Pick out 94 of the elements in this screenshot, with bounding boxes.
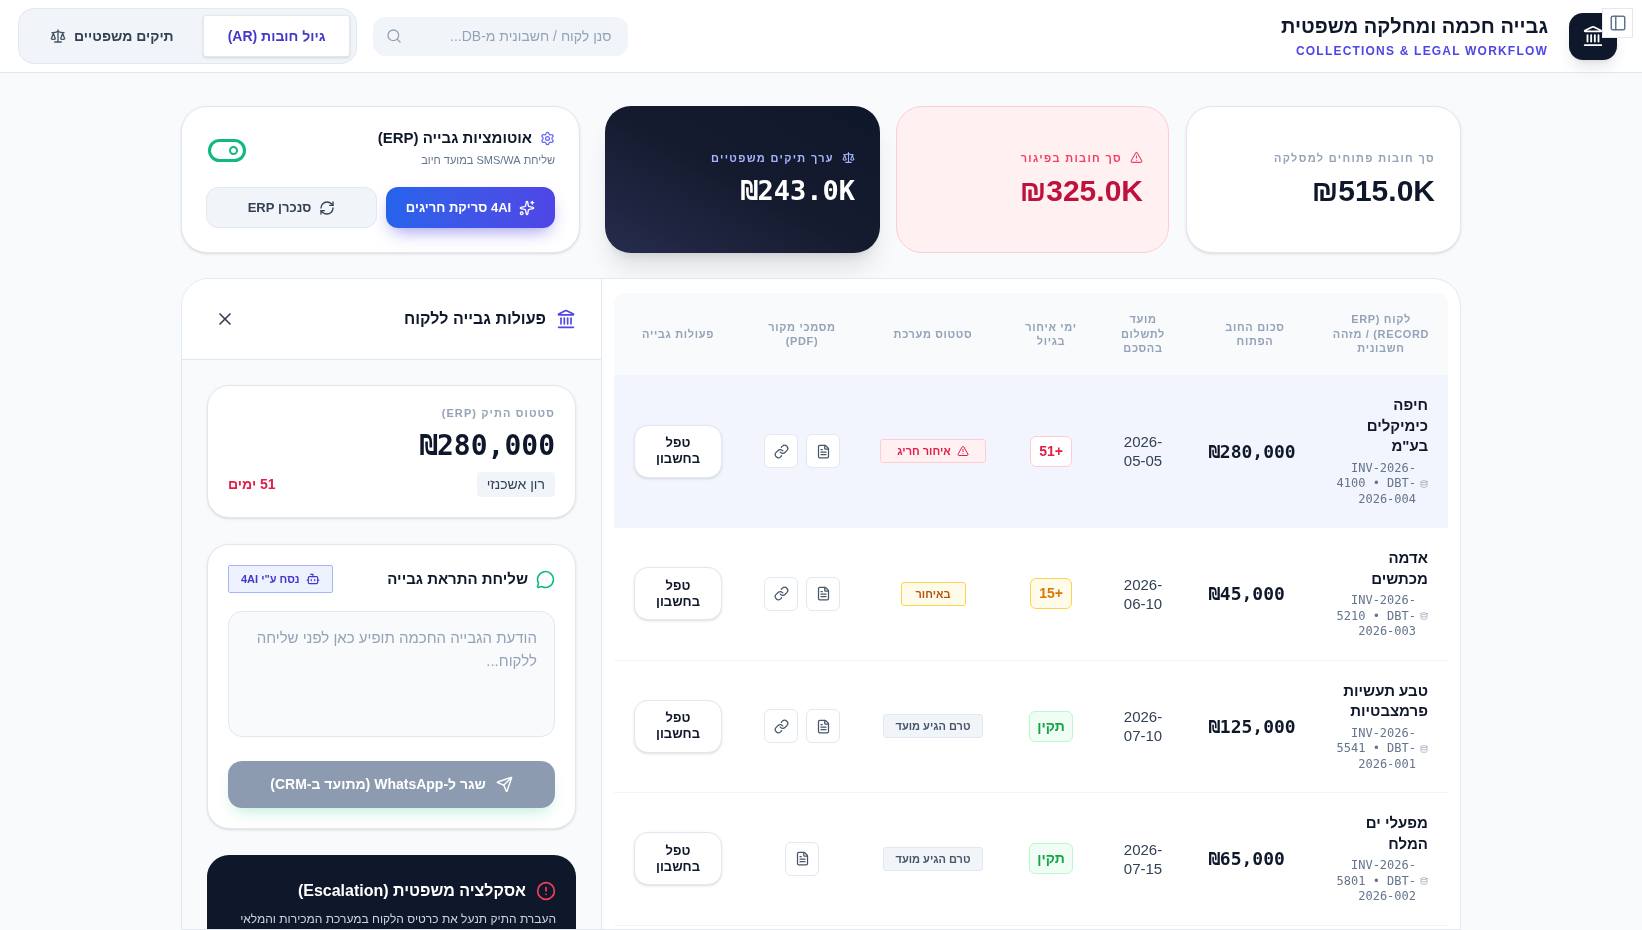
status-tag: איחור חריג bbox=[880, 439, 986, 463]
owner-tag: רון אשכנזי bbox=[476, 472, 555, 497]
automation-switch[interactable] bbox=[208, 139, 246, 162]
column-header: סטטוס מערכת bbox=[893, 326, 973, 342]
drawer-title: פעולות גבייה ללקוח bbox=[403, 309, 546, 329]
scale-icon bbox=[842, 151, 855, 164]
sparkles-icon bbox=[519, 199, 536, 216]
column-header: לקוח (ERP RECORD) / מזהה חשבונית bbox=[1331, 312, 1431, 356]
handle-account-button[interactable]: טפל בחשבון bbox=[634, 424, 722, 478]
kpi-value: ₪243.0K bbox=[741, 173, 855, 208]
column-header: מסמכי מקור (PDF) bbox=[767, 319, 837, 349]
handle-account-button[interactable]: טפל בחשבון bbox=[634, 832, 722, 886]
status-tag: באיחור bbox=[900, 581, 966, 606]
aging-badge: +51 bbox=[1030, 435, 1072, 467]
record-ids: INV-2026-5801 • DBT-2026-002 bbox=[1336, 858, 1416, 905]
database-icon bbox=[1420, 877, 1428, 886]
record-ids: INV-2026-4100 • DBT-2026-004 bbox=[1336, 460, 1416, 507]
robot-icon bbox=[305, 572, 320, 586]
nav-tab[interactable]: תיקים משפטיים bbox=[25, 15, 199, 57]
aging-badge: +15 bbox=[1030, 578, 1072, 610]
scan-button[interactable]: 4AI סריקת חריגים bbox=[386, 187, 555, 228]
bank-icon bbox=[556, 309, 576, 329]
app-subtitle: COLLECTIONS & LEGAL WORKFLOW bbox=[1295, 44, 1548, 58]
link-icon bbox=[773, 443, 789, 459]
debt-amount: ₪280,000 bbox=[1209, 439, 1296, 464]
panel-toggle-button[interactable] bbox=[1602, 8, 1633, 38]
kpi-value: ₪515.0K bbox=[1311, 172, 1435, 209]
send-icon bbox=[495, 776, 513, 793]
gear-icon bbox=[540, 130, 555, 146]
ai-badge: נסח ע"י 4AI bbox=[228, 565, 333, 593]
debt-amount: ₪45,000 bbox=[1209, 582, 1285, 607]
message-field[interactable]: הודעת הגבייה החכמה תופיע כאן לפני שליחה ללקוח... bbox=[228, 611, 555, 737]
document-button[interactable] bbox=[785, 841, 819, 876]
customer-name: טבע תעשיות פרמצבטיות bbox=[1342, 680, 1428, 721]
automation-title: אוטומציות גבייה (ERP) bbox=[377, 129, 532, 147]
kpi-label: סך חובות פתוחים למסלקה bbox=[1273, 150, 1435, 165]
refresh-icon bbox=[319, 199, 336, 216]
kpi-value: ₪325.0K bbox=[1019, 172, 1143, 209]
escalation-title: אסקלציה משפטית (Escalation) bbox=[297, 881, 526, 901]
due-date: 2026-07-15 bbox=[1122, 839, 1164, 878]
column-header: ימי איחור בגיול bbox=[1024, 319, 1078, 349]
kpi-label: ערך תיקים משפטיים bbox=[711, 150, 834, 165]
kpi-label: סך חובות בפיגור bbox=[1020, 150, 1122, 165]
file-icon bbox=[815, 443, 831, 459]
warning-icon bbox=[956, 445, 969, 457]
nav-tab[interactable]: גיול חובות (AR) bbox=[202, 15, 351, 57]
due-date: 2026-07-10 bbox=[1122, 707, 1164, 746]
scale-icon bbox=[50, 28, 66, 44]
warning-icon bbox=[1130, 151, 1143, 164]
database-icon bbox=[1420, 744, 1428, 753]
handle-account-button[interactable]: טפל בחשבון bbox=[634, 699, 722, 753]
database-icon bbox=[1420, 479, 1428, 488]
automation-subtitle: שליחת SMS/WA במועד חיוב bbox=[421, 154, 555, 167]
link-button[interactable] bbox=[764, 434, 798, 468]
file-icon bbox=[794, 851, 810, 867]
document-button[interactable] bbox=[806, 576, 840, 611]
debt-amount: ₪65,000 bbox=[1209, 847, 1285, 872]
status-tag: טרם הגיע מועד bbox=[882, 714, 984, 739]
document-button[interactable] bbox=[806, 434, 840, 468]
chat-icon bbox=[536, 569, 555, 589]
case-label: סטטוס התיק (ERP) bbox=[441, 406, 555, 420]
aging-badge: תקין bbox=[1029, 710, 1073, 742]
handle-account-button[interactable]: טפל בחשבון bbox=[634, 567, 722, 621]
aging-badge: תקין bbox=[1029, 843, 1073, 875]
customer-name: מפעלי ים המלח bbox=[1364, 813, 1428, 854]
link-icon bbox=[773, 586, 789, 602]
due-date: 2026-06-10 bbox=[1122, 574, 1164, 613]
case-amount: ₪280,000 bbox=[420, 429, 555, 463]
search-icon bbox=[386, 27, 403, 44]
document-button[interactable] bbox=[806, 709, 840, 744]
file-icon bbox=[815, 718, 831, 734]
alert-title: שליחת התראת גבייה bbox=[387, 568, 528, 589]
link-button[interactable] bbox=[764, 576, 798, 611]
escalation-text: העברת התיק תנעל את כרטיס הלקוח במערכת המכירות והמלאי bbox=[240, 911, 556, 927]
panel-icon bbox=[1608, 14, 1627, 32]
alert-icon bbox=[536, 881, 556, 901]
file-icon bbox=[815, 586, 831, 602]
customer-name: חיפה כימיקלים בע"מ bbox=[1365, 395, 1428, 456]
status-tag: טרם הגיע מועד bbox=[882, 846, 984, 871]
database-icon bbox=[1420, 612, 1428, 621]
debt-amount: ₪125,000 bbox=[1209, 714, 1296, 739]
customer-name: אדמה מכתשים bbox=[1370, 548, 1428, 589]
overdue-days: 51 ימים bbox=[228, 474, 276, 495]
due-date: 2026-05-05 bbox=[1122, 432, 1164, 470]
record-ids: INV-2026-5210 • DBT-2026-003 bbox=[1336, 593, 1416, 640]
column-header: מועד לתשלום בהסכם bbox=[1119, 312, 1167, 356]
link-icon bbox=[773, 718, 789, 734]
search-field[interactable]: סנן לקוח / חשבונית מ-DB... bbox=[373, 16, 629, 56]
link-button[interactable] bbox=[764, 709, 798, 744]
sync-button[interactable]: סנכרן ERP bbox=[206, 187, 377, 228]
record-ids: INV-2026-5541 • DBT-2026-001 bbox=[1336, 725, 1416, 772]
column-header: סכום החוב הפתוח bbox=[1224, 319, 1286, 349]
app-title: גבייה חכמה ומחלקה משפטית bbox=[1281, 14, 1548, 38]
column-header: פעולות גבייה bbox=[642, 326, 714, 342]
